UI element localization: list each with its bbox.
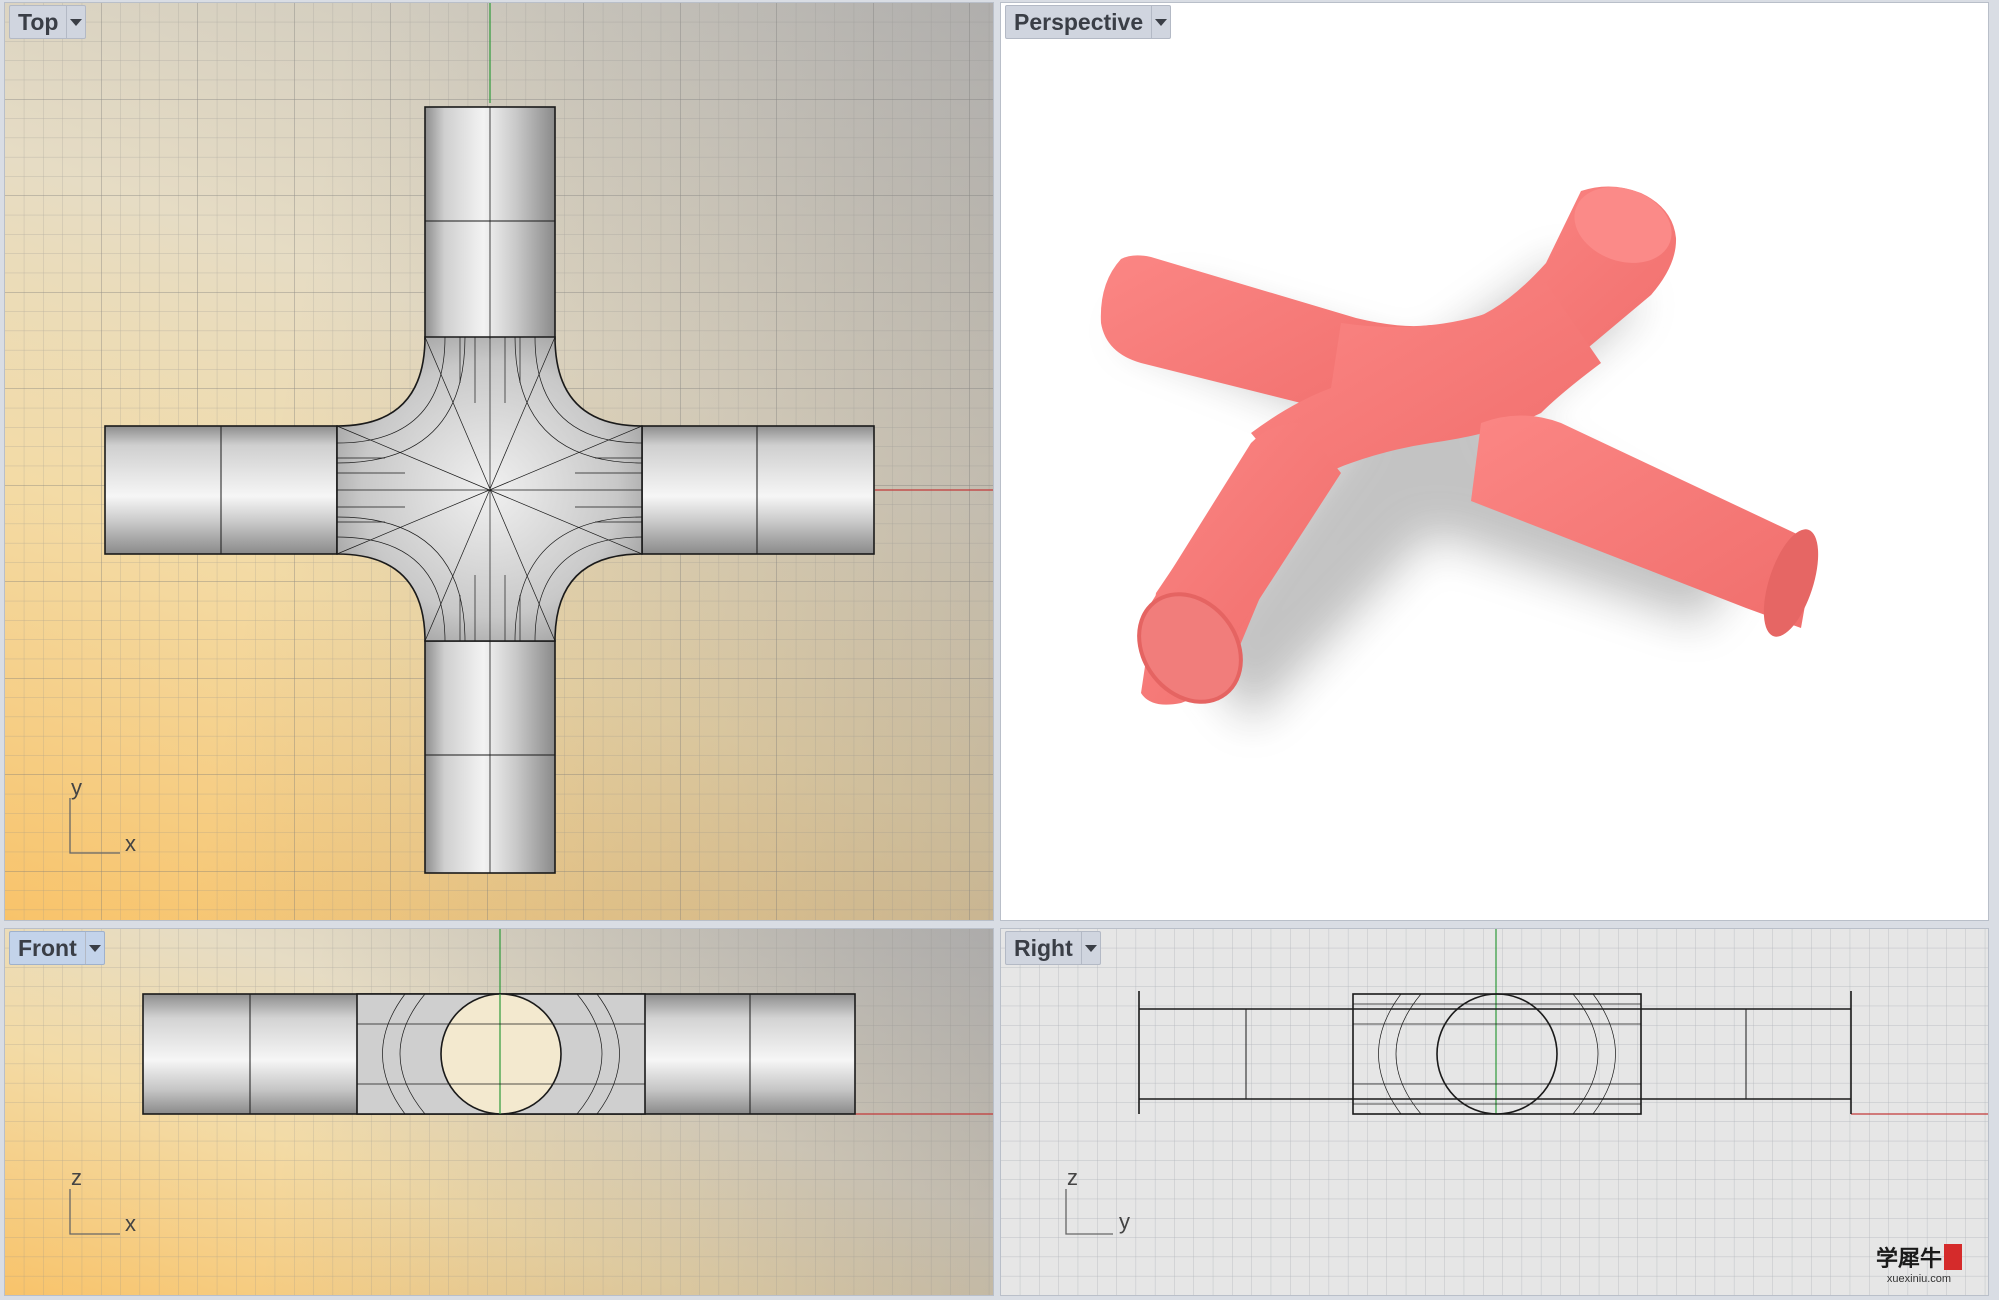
axis-label-horizontal: x [125,1211,136,1236]
viewport-title[interactable]: Top [10,6,66,38]
front-canvas [5,929,993,1295]
viewport-menu-dropdown-icon[interactable] [66,6,85,38]
viewport-label-front[interactable]: Front [9,931,105,965]
viewport-title[interactable]: Front [10,932,85,964]
viewport-label-perspective[interactable]: Perspective [1005,5,1172,39]
viewport-right[interactable]: z y Right 学犀牛 xuexiniu.com [1000,928,1989,1296]
axis-label-horizontal: x [125,831,136,856]
viewport-label-top[interactable]: Top [9,5,87,39]
axis-label-vertical: z [1067,1165,1078,1190]
viewport-perspective[interactable]: Perspective [1000,2,1989,921]
right-canvas [1001,929,1988,1295]
axis-label-vertical: y [71,775,82,800]
viewport-title[interactable]: Right [1006,932,1081,964]
watermark-logo: 学犀牛 xuexiniu.com [1876,1241,1962,1285]
viewport-menu-dropdown-icon[interactable] [1151,6,1170,38]
perspective-canvas [1100,186,1819,723]
viewport-top[interactable]: y x Top [4,2,994,921]
seal-icon [1944,1244,1962,1270]
cross-model-front [142,993,856,1115]
watermark-url: xuexiniu.com [1886,1273,1952,1285]
top-canvas [5,3,993,920]
axis-label-horizontal: y [1119,1209,1130,1234]
viewport-label-right[interactable]: Right [1005,931,1101,965]
viewport-front[interactable]: z x Front [4,928,994,1296]
viewport-title[interactable]: Perspective [1006,6,1151,38]
viewport-menu-dropdown-icon[interactable] [84,932,104,964]
viewport-menu-dropdown-icon[interactable] [1080,932,1100,964]
axis-label-vertical: z [71,1165,82,1190]
watermark-text: 学犀牛 [1875,1246,1942,1272]
